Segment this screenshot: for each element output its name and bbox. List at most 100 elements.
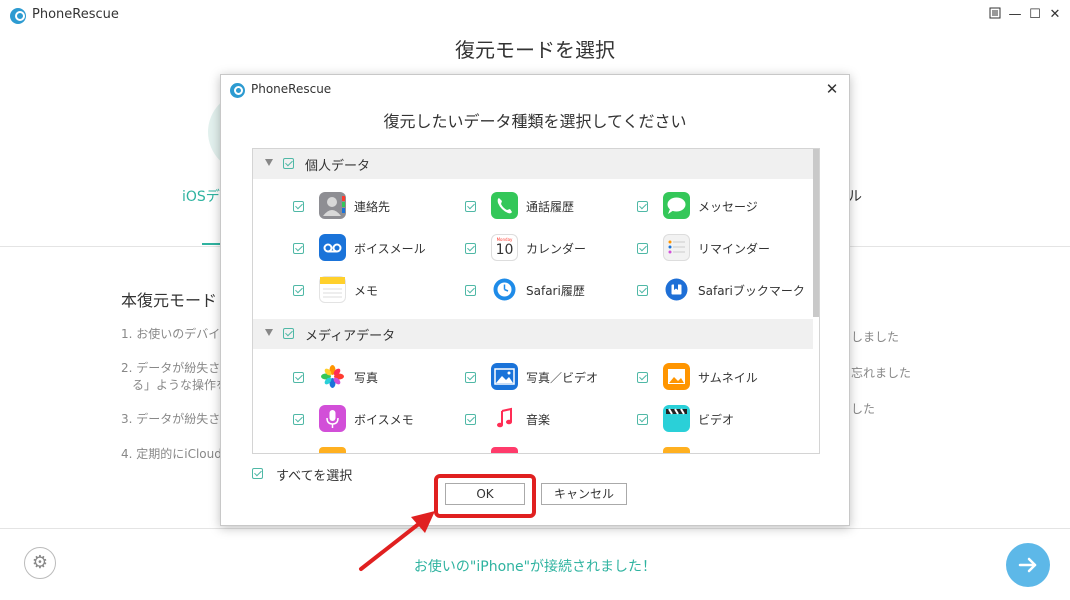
data-item-safari-bookmarks[interactable]: Safariブックマーク	[637, 275, 807, 305]
page-title: 復元モードを選択	[455, 38, 615, 62]
mode-description-title: 本復元モード	[121, 291, 218, 310]
select-all-label: すべてを選択	[276, 469, 353, 484]
item-checkbox[interactable]	[637, 414, 648, 425]
category-checkbox[interactable]	[283, 158, 294, 169]
item-checkbox[interactable]	[637, 372, 648, 383]
data-item-call-history[interactable]: 通話履歴	[465, 191, 635, 221]
video-icon	[663, 405, 690, 432]
item-label: メッセージ	[698, 200, 758, 214]
description-line: した	[851, 402, 876, 416]
item-label: カレンダー	[526, 242, 587, 256]
voicemail-icon	[319, 234, 346, 261]
messages-icon	[663, 192, 690, 219]
safari-bookmark-icon	[663, 276, 690, 303]
category-label: メディアデータ	[305, 329, 396, 344]
description-line: 1. お使いのデバイス	[121, 327, 232, 341]
phone-icon	[491, 192, 518, 219]
device-connected-status: お使いの"iPhone"が接続されました！	[413, 559, 657, 575]
item-checkbox[interactable]	[293, 243, 304, 254]
data-item-music[interactable]: 音楽	[465, 404, 635, 434]
description-line: しました	[851, 330, 900, 344]
description-line: 2. データが紛失され	[121, 361, 233, 375]
list-scrollbar[interactable]	[813, 149, 819, 317]
music-icon	[491, 405, 518, 432]
data-item-video[interactable]: ビデオ	[637, 404, 807, 434]
minimize-button[interactable]: —	[1007, 7, 1023, 23]
item-checkbox[interactable]	[465, 285, 476, 296]
annotation-arrow-icon	[359, 511, 435, 571]
item-checkbox[interactable]	[465, 243, 476, 254]
item-checkbox[interactable]	[465, 414, 476, 425]
item-label: 連絡先	[354, 200, 391, 214]
data-item-voice-memos[interactable]: ボイスメモ	[293, 404, 463, 434]
title-bar: PhoneRescue — ☐ ✕	[0, 0, 1070, 32]
item-checkbox[interactable]	[293, 414, 304, 425]
selected-mode-indicator	[202, 243, 222, 245]
calendar-day: 10	[495, 242, 514, 258]
data-item-messages[interactable]: メッセージ	[637, 191, 807, 221]
item-checkbox[interactable]	[637, 285, 648, 296]
photo-video-icon	[491, 363, 518, 390]
phonerescue-logo-icon	[10, 8, 26, 24]
item-checkbox[interactable]	[293, 285, 304, 296]
mode-option-other[interactable]: ル	[848, 186, 862, 206]
safari-history-icon	[491, 276, 518, 303]
item-checkbox[interactable]	[293, 372, 304, 383]
data-item-reminders[interactable]: リマインダー	[637, 233, 807, 263]
item-checkbox[interactable]	[637, 201, 648, 212]
phonerescue-logo-icon	[230, 83, 245, 98]
item-label: サムネイル	[698, 371, 758, 385]
photos-icon	[319, 363, 346, 390]
item-label: 写真／ビデオ	[526, 371, 599, 385]
category-media-data[interactable]: メディアデータ	[253, 319, 813, 349]
category-label: 個人データ	[305, 159, 371, 174]
voice-memo-icon	[319, 405, 346, 432]
dialog-close-button[interactable]: ✕	[823, 80, 841, 98]
data-type-dialog: PhoneRescue ✕ 復元したいデータ種類を選択してください 個人データ …	[220, 74, 850, 526]
item-label: Safari履歴	[526, 284, 585, 298]
dialog-heading: 復元したいデータ種類を選択してください	[383, 112, 687, 131]
collapse-caret-icon[interactable]	[265, 159, 273, 166]
item-checkbox[interactable]	[465, 372, 476, 383]
data-type-list[interactable]: 個人データ 連絡先 通話履歴 メッセージ ボイスメール Monday 10 カレ…	[252, 148, 820, 454]
data-item-photo-video[interactable]: 写真／ビデオ	[465, 362, 635, 392]
item-label: ボイスメモ	[354, 413, 414, 427]
data-item-calendar[interactable]: Monday 10 カレンダー	[465, 233, 635, 263]
select-all-checkbox[interactable]	[252, 468, 263, 479]
item-label: 音楽	[526, 413, 551, 427]
divider	[0, 528, 1070, 529]
maximize-button[interactable]: ☐	[1027, 7, 1043, 23]
data-item-photos[interactable]: 写真	[293, 362, 463, 392]
item-checkbox[interactable]	[637, 243, 648, 254]
category-checkbox[interactable]	[283, 328, 294, 339]
data-item-thumbnails[interactable]: サムネイル	[637, 362, 807, 392]
close-window-button[interactable]: ✕	[1047, 7, 1063, 23]
item-checkbox[interactable]	[293, 201, 304, 212]
thumbnail-icon	[663, 363, 690, 390]
ok-button-highlight	[434, 474, 536, 518]
description-line: 4. 定期的にiCloud	[121, 447, 222, 461]
item-label: ビデオ	[698, 413, 735, 427]
notes-icon	[319, 276, 346, 303]
item-label: 通話履歴	[526, 200, 575, 214]
data-item-notes[interactable]: メモ	[293, 275, 463, 305]
collapse-caret-icon[interactable]	[265, 329, 273, 336]
description-line: る」ような操作を	[132, 378, 229, 392]
next-arrow-button[interactable]	[1006, 543, 1050, 587]
data-item-safari-history[interactable]: Safari履歴	[465, 275, 635, 305]
app-title: PhoneRescue	[32, 7, 119, 22]
clipped-item-icon	[491, 447, 518, 453]
clipped-item-icon	[663, 447, 690, 453]
description-line: 忘れました	[851, 366, 912, 380]
category-personal-data[interactable]: 個人データ	[253, 149, 813, 179]
data-item-voicemail[interactable]: ボイスメール	[293, 233, 463, 263]
item-checkbox[interactable]	[465, 201, 476, 212]
cancel-button[interactable]: キャンセル	[541, 483, 627, 505]
menu-icon[interactable]	[987, 7, 1003, 23]
description-line: 3. データが紛失され	[121, 412, 233, 426]
reminders-icon	[663, 234, 690, 261]
dialog-app-title: PhoneRescue	[251, 82, 332, 96]
item-label: 写真	[354, 371, 379, 385]
contacts-icon	[319, 192, 346, 219]
data-item-contacts[interactable]: 連絡先	[293, 191, 463, 221]
